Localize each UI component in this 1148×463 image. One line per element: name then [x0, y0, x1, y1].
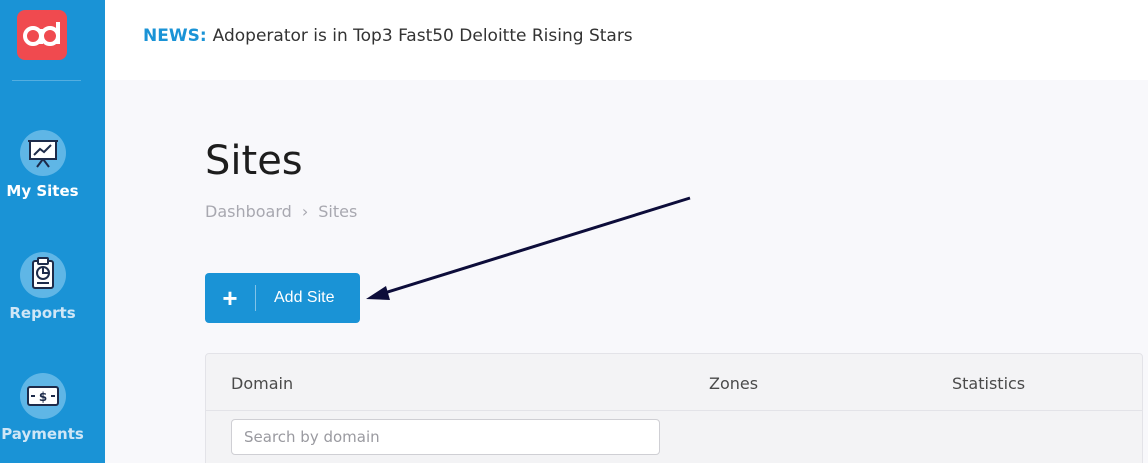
breadcrumb-sites: Sites — [318, 202, 358, 221]
breadcrumb-dashboard[interactable]: Dashboard — [205, 202, 292, 221]
sidebar: My Sites Reports $ Payments — [0, 0, 105, 463]
sidebar-divider — [12, 80, 81, 81]
domain-search-input[interactable] — [231, 419, 660, 455]
sidebar-item-payments[interactable]: $ Payments — [0, 373, 85, 443]
presentation-board-icon — [19, 130, 66, 176]
news-text: Adoperator is in Top3 Fast50 Deloitte Ri… — [212, 26, 633, 46]
money-bill-icon: $ — [19, 373, 66, 419]
sites-table: Domain Zones Statistics — [205, 353, 1143, 463]
column-header-zones[interactable]: Zones — [709, 374, 758, 393]
table-divider — [206, 410, 1142, 411]
add-site-button[interactable]: + Add Site — [205, 273, 360, 323]
ad-logo-icon — [23, 22, 60, 46]
svg-text:$: $ — [38, 390, 46, 404]
column-header-statistics[interactable]: Statistics — [952, 374, 1025, 393]
breadcrumb: Dashboard › Sites — [205, 202, 357, 221]
news-ticker[interactable]: NEWS: Adoperator is in Top3 Fast50 Deloit… — [143, 26, 633, 46]
report-clipboard-icon — [19, 252, 66, 298]
add-site-label: Add Site — [274, 289, 335, 306]
page-title: Sites — [205, 138, 303, 184]
sidebar-item-label: Reports — [9, 304, 76, 322]
annotation-arrow-icon — [366, 196, 691, 300]
plus-icon: + — [222, 283, 238, 313]
sidebar-item-label: Payments — [1, 425, 84, 443]
breadcrumb-separator: › — [301, 202, 309, 221]
column-header-domain[interactable]: Domain — [231, 374, 293, 393]
sidebar-item-my-sites[interactable]: My Sites — [0, 130, 85, 200]
button-divider — [255, 285, 256, 311]
sidebar-item-label: My Sites — [6, 182, 79, 200]
news-label: NEWS: — [143, 26, 207, 46]
sidebar-item-reports[interactable]: Reports — [0, 252, 85, 322]
top-bar: NEWS: Adoperator is in Top3 Fast50 Deloit… — [105, 0, 1148, 80]
app-logo[interactable] — [17, 10, 67, 60]
